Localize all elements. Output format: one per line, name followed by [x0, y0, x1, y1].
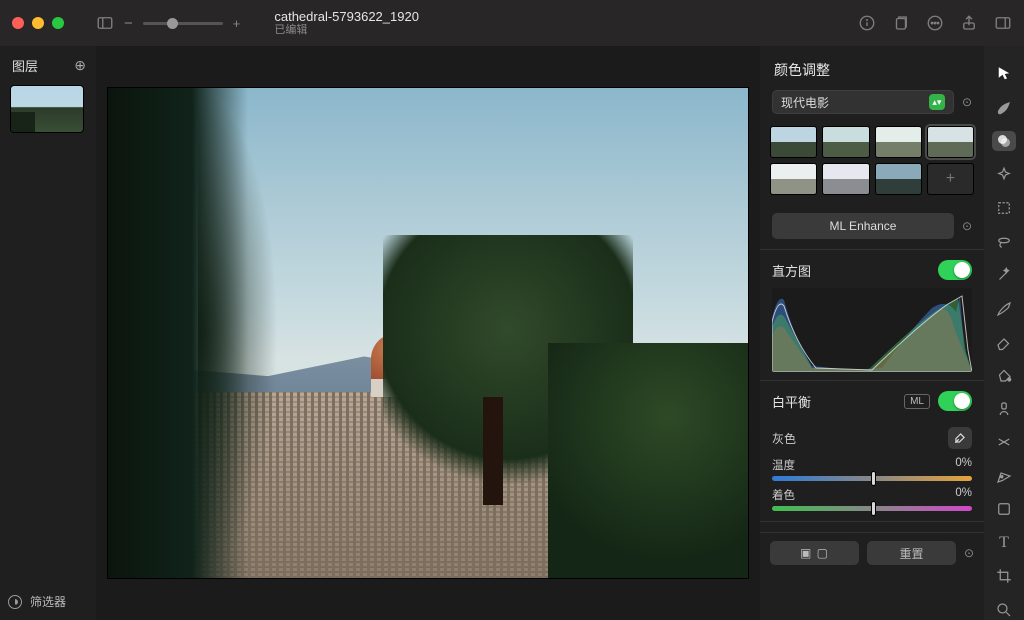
- add-preset-button[interactable]: +: [927, 163, 974, 195]
- crop-tool-icon[interactable]: [992, 566, 1016, 586]
- arrow-tool-icon[interactable]: [992, 64, 1016, 84]
- document-title-block: cathedral-5793622_1920 已编辑: [274, 9, 419, 38]
- ml-enhance-button[interactable]: ML Enhance: [772, 213, 954, 239]
- temperature-value: 0%: [955, 457, 972, 473]
- document-status: 已编辑: [274, 24, 419, 37]
- bottom-more-icon[interactable]: ⊙: [964, 541, 974, 565]
- temperature-label: 温度: [772, 457, 795, 473]
- canvas-area[interactable]: [96, 46, 760, 620]
- info-icon[interactable]: [858, 14, 876, 32]
- text-tool-icon[interactable]: T: [992, 533, 1016, 553]
- paint-tool-icon[interactable]: [992, 97, 1016, 117]
- ml-more-icon[interactable]: ⊙: [962, 219, 972, 233]
- color-adjust-tool-icon[interactable]: [992, 131, 1016, 151]
- add-layer-icon[interactable]: ⊕: [74, 57, 86, 74]
- shape-tool-icon[interactable]: [992, 499, 1016, 519]
- brush-tool-icon[interactable]: [992, 298, 1016, 318]
- wb-ml-button[interactable]: ML: [904, 394, 930, 409]
- eraser-tool-icon[interactable]: [992, 332, 1016, 352]
- filters-label: 筛选器: [30, 593, 66, 610]
- reset-button[interactable]: 重置: [867, 541, 956, 565]
- zoom-tool-icon[interactable]: [992, 600, 1016, 620]
- compare-split-button[interactable]: ▣ ▢: [770, 541, 859, 565]
- preset-stepper-icon: ▴▾: [929, 94, 945, 110]
- tint-value: 0%: [955, 487, 972, 503]
- preset-thumb[interactable]: [822, 163, 869, 195]
- layers-title: 图层: [12, 56, 38, 75]
- pen-tool-icon[interactable]: [992, 466, 1016, 486]
- effects-tool-icon[interactable]: [992, 164, 1016, 184]
- white-balance-label: 白平衡: [772, 392, 811, 411]
- filters-button[interactable]: 筛选器: [0, 583, 96, 620]
- tint-label: 着色: [772, 487, 795, 503]
- preset-thumbnails: +: [760, 122, 984, 199]
- gray-label: 灰色: [772, 430, 796, 447]
- preset-thumb[interactable]: [822, 126, 869, 158]
- preset-thumb[interactable]: [875, 163, 922, 195]
- layers-panel: 图层 ⊕ 筛选器: [0, 46, 96, 620]
- preset-more-icon[interactable]: ⊙: [962, 95, 972, 109]
- tool-strip: T: [984, 46, 1024, 620]
- panel-toggle-icon[interactable]: [994, 14, 1012, 32]
- zoom-out-icon[interactable]: −: [124, 15, 133, 32]
- fullscreen-window[interactable]: [52, 17, 64, 29]
- white-balance-toggle[interactable]: [938, 391, 972, 411]
- sidebar-toggle-icon[interactable]: [96, 14, 114, 32]
- clone-tool-icon[interactable]: [992, 399, 1016, 419]
- zoom-in-icon[interactable]: +: [233, 16, 241, 31]
- histogram-label: 直方图: [772, 261, 811, 280]
- fill-tool-icon[interactable]: [992, 365, 1016, 385]
- lasso-tool-icon[interactable]: [992, 231, 1016, 251]
- inspector-title: 颜色调整: [760, 46, 984, 90]
- window-controls: [12, 17, 64, 29]
- filters-icon: [8, 595, 22, 609]
- tint-slider[interactable]: [772, 506, 972, 511]
- preset-thumb[interactable]: [875, 126, 922, 158]
- histogram-display: [772, 288, 972, 372]
- close-window[interactable]: [12, 17, 24, 29]
- temperature-slider[interactable]: [772, 476, 972, 481]
- marquee-tool-icon[interactable]: [992, 198, 1016, 218]
- preset-thumb[interactable]: [770, 163, 817, 195]
- eyedropper-button[interactable]: [948, 427, 972, 449]
- more-icon[interactable]: [926, 14, 944, 32]
- layer-thumbnail[interactable]: [10, 85, 84, 133]
- magic-wand-tool-icon[interactable]: [992, 265, 1016, 285]
- image-preview: [108, 88, 748, 578]
- minimize-window[interactable]: [32, 17, 44, 29]
- zoom-slider[interactable]: [143, 22, 223, 25]
- histogram-toggle[interactable]: [938, 260, 972, 280]
- share-icon[interactable]: [960, 14, 978, 32]
- color-adjustments-panel: 颜色调整 现代电影 ▴▾ ⊙ + ML Enhance ⊙ 直方图: [760, 46, 984, 620]
- preset-thumb[interactable]: [770, 126, 817, 158]
- document-name: cathedral-5793622_1920: [274, 9, 419, 25]
- preset-thumb[interactable]: [927, 126, 974, 158]
- duplicate-icon[interactable]: [892, 14, 910, 32]
- preset-name: 现代电影: [781, 94, 829, 111]
- preset-dropdown[interactable]: 现代电影 ▴▾: [772, 90, 954, 114]
- titlebar: − + cathedral-5793622_1920 已编辑: [0, 0, 1024, 46]
- warp-tool-icon[interactable]: [992, 432, 1016, 452]
